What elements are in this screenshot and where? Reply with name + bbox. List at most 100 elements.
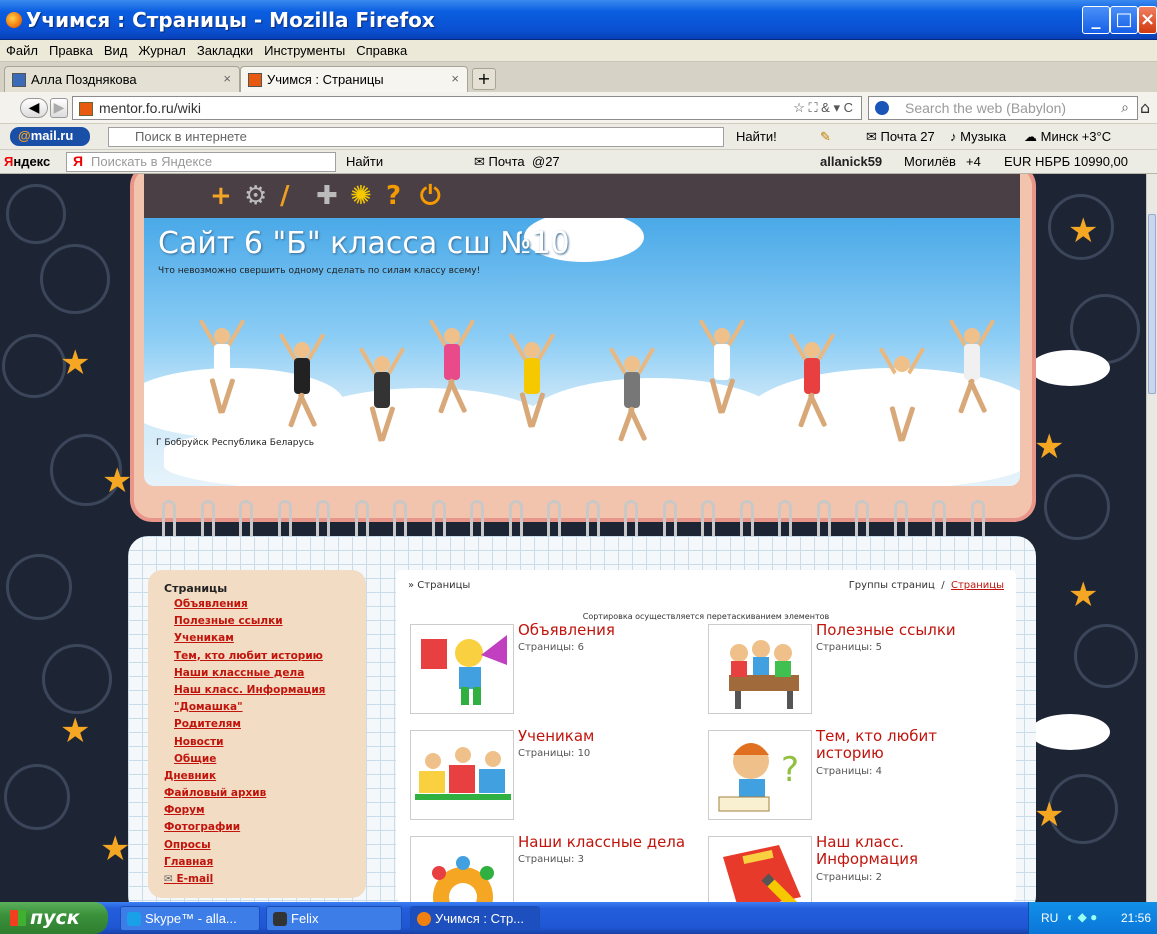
bg-swirl bbox=[1074, 624, 1138, 688]
yandex-user[interactable]: allanick59 bbox=[820, 154, 882, 169]
title-bar[interactable]: Учимся : Страницы - Mozilla Firefox _ □ … bbox=[0, 0, 1157, 40]
sidebar-item-email[interactable]: ✉ E-mail bbox=[148, 873, 366, 890]
sidebar-item-home[interactable]: Главная bbox=[148, 856, 366, 873]
yandex-logo[interactable]: Яндекс bbox=[4, 154, 50, 169]
mailru-find-button[interactable]: Найти! bbox=[736, 129, 777, 144]
card-title[interactable]: Наш класс. Информация bbox=[816, 834, 1001, 868]
star-icon: ★ bbox=[60, 343, 91, 383]
sidebar-item-homework[interactable]: "Домашка" bbox=[148, 701, 366, 718]
tab-label: Алла Позднякова bbox=[31, 72, 137, 87]
menu-bookmarks[interactable]: Закладки bbox=[191, 40, 258, 58]
menu-tools[interactable]: Инструменты bbox=[258, 40, 350, 58]
yandex-find-button[interactable]: Найти bbox=[346, 154, 383, 169]
menu-help[interactable]: Справка bbox=[350, 40, 412, 58]
home-icon[interactable]: ⌂ bbox=[1140, 98, 1150, 117]
card-title[interactable]: Полезные ссылки bbox=[816, 622, 1001, 639]
menu-edit[interactable]: Правка bbox=[43, 40, 98, 58]
page-card-students[interactable]: Ученикам Страницы: 10 bbox=[410, 728, 703, 826]
svg-text:?: ? bbox=[781, 750, 799, 790]
sidebar-item-file-archive[interactable]: Файловый архив bbox=[148, 787, 366, 804]
url-bar[interactable]: mentor.fo.ru/wiki ☆ ⛶ & ▾ C bbox=[72, 96, 862, 120]
tab-uchimsya[interactable]: Учимся : Страницы × bbox=[240, 66, 468, 93]
minimize-button[interactable]: _ bbox=[1082, 6, 1110, 34]
groups-nav: Группы страниц / Страницы bbox=[848, 580, 1004, 591]
menu-view[interactable]: Вид bbox=[98, 40, 133, 58]
sidebar: Страницы Объявления Полезные ссылки Учен… bbox=[148, 570, 366, 898]
sidebar-item-students[interactable]: Ученикам bbox=[148, 632, 366, 649]
search-bar[interactable]: Search the web (Babylon) ⌕ bbox=[868, 96, 1138, 120]
forward-button[interactable]: ▶ bbox=[50, 98, 68, 118]
yandex-mail-count[interactable]: @27 bbox=[532, 154, 560, 169]
site-favicon bbox=[79, 102, 93, 116]
menu-history[interactable]: Журнал bbox=[132, 40, 190, 58]
sidebar-item-diary[interactable]: Дневник bbox=[148, 770, 366, 787]
groups-label[interactable]: Группы страниц bbox=[849, 580, 935, 591]
groups-link-pages[interactable]: Страницы bbox=[951, 580, 1004, 591]
page-card-announcements[interactable]: Объявления Страницы: 6 bbox=[410, 622, 703, 720]
yandex-temp[interactable]: +4 bbox=[966, 154, 981, 169]
taskbar-skype[interactable]: Skype™ - alla... bbox=[120, 906, 260, 931]
card-title[interactable]: Тем, кто любит историю bbox=[816, 728, 1001, 762]
sidebar-item-forum[interactable]: Форум bbox=[148, 804, 366, 821]
gear-icon[interactable]: ⚙ bbox=[244, 182, 267, 210]
card-title[interactable]: Объявления bbox=[518, 622, 703, 639]
firefox-icon bbox=[417, 912, 431, 926]
close-button[interactable]: × bbox=[1138, 6, 1157, 34]
taskbar-firefox[interactable]: Учимся : Стр... bbox=[410, 906, 540, 931]
power-icon[interactable]: ⏻ bbox=[420, 182, 441, 210]
card-title[interactable]: Наши классные дела bbox=[518, 834, 703, 851]
yandex-search-input[interactable]: Я Поискать в Яндексе bbox=[66, 152, 336, 172]
sidebar-item-photos[interactable]: Фотографии bbox=[148, 821, 366, 838]
mailru-weather[interactable]: ☁ Минск +3°C bbox=[1024, 129, 1111, 145]
new-tab-button[interactable]: + bbox=[472, 68, 496, 90]
tab-close-icon[interactable]: × bbox=[223, 71, 231, 86]
yandex-rate[interactable]: EUR НБРБ 10990,00 bbox=[1004, 154, 1128, 169]
page-card-history[interactable]: ? Тем, кто любит историю Страницы: 4 bbox=[708, 728, 1001, 826]
bulb-icon[interactable]: ✺ bbox=[350, 182, 372, 210]
sidebar-item-general[interactable]: Общие bbox=[148, 753, 366, 770]
puzzle-icon[interactable]: ✚ bbox=[316, 182, 338, 210]
brush-icon[interactable]: / bbox=[280, 182, 290, 210]
tray-icons[interactable]: ◐ ◆ ● bbox=[1067, 910, 1097, 924]
language-indicator[interactable]: RU bbox=[1041, 911, 1058, 925]
translate-icon[interactable]: ✎ bbox=[820, 129, 831, 145]
card-title[interactable]: Ученикам bbox=[518, 728, 703, 745]
mailru-logo[interactable]: @mail.ru bbox=[10, 127, 90, 146]
help-icon[interactable]: ? bbox=[386, 182, 401, 210]
card-thumbnail: ? bbox=[708, 730, 812, 820]
window-title: Учимся : Страницы - Mozilla Firefox bbox=[26, 8, 435, 32]
bg-swirl bbox=[40, 244, 110, 314]
plus-icon[interactable]: + bbox=[210, 182, 232, 210]
page-card-links[interactable]: Полезные ссылки Страницы: 5 bbox=[708, 622, 1001, 720]
tab-alla[interactable]: Алла Позднякова × bbox=[4, 66, 240, 92]
mailru-mail-link[interactable]: ✉ Почта 27 bbox=[866, 129, 935, 145]
back-button[interactable]: ◀ bbox=[20, 98, 48, 118]
sidebar-item-history[interactable]: Тем, кто любит историю bbox=[148, 650, 366, 667]
sidebar-item-parents[interactable]: Родителям bbox=[148, 718, 366, 735]
search-icon[interactable]: ⌕ bbox=[1121, 99, 1129, 116]
maximize-button[interactable]: □ bbox=[1110, 6, 1138, 34]
sidebar-item-class-info[interactable]: Наш класс. Информация bbox=[148, 684, 366, 701]
sidebar-item-links[interactable]: Полезные ссылки bbox=[148, 615, 366, 632]
mailru-music-link[interactable]: ♪ Музыка bbox=[950, 129, 1006, 144]
vertical-scrollbar[interactable] bbox=[1146, 174, 1157, 902]
yandex-city[interactable]: Могилёв bbox=[904, 154, 956, 169]
mailru-search-input[interactable]: Поиск в интернете bbox=[108, 127, 724, 147]
star-icon: ★ bbox=[102, 461, 133, 501]
taskbar-felix[interactable]: Felix bbox=[266, 906, 402, 931]
bg-swirl bbox=[6, 184, 66, 244]
url-actions[interactable]: ☆ ⛶ & ▾ C bbox=[793, 100, 853, 116]
menu-file[interactable]: Файл bbox=[0, 40, 43, 58]
envelope-icon: ✉ bbox=[164, 873, 177, 885]
sidebar-item-announcements[interactable]: Объявления bbox=[148, 598, 366, 615]
page-card-class-info[interactable]: Наш класс. Информация Страницы: 2 bbox=[708, 834, 1001, 902]
tab-close-icon[interactable]: × bbox=[451, 71, 459, 86]
sidebar-item-news[interactable]: Новости bbox=[148, 736, 366, 753]
yandex-mail-link[interactable]: ✉ Почта bbox=[474, 154, 525, 170]
start-button[interactable]: пуск bbox=[0, 902, 108, 934]
sidebar-item-class-affairs[interactable]: Наши классные дела bbox=[148, 667, 366, 684]
scrollbar-thumb[interactable] bbox=[1148, 214, 1156, 394]
sidebar-item-polls[interactable]: Опросы bbox=[148, 839, 366, 856]
page-card-class-affairs[interactable]: Наши классные дела Страницы: 3 bbox=[410, 834, 703, 902]
vk-icon bbox=[12, 73, 26, 87]
